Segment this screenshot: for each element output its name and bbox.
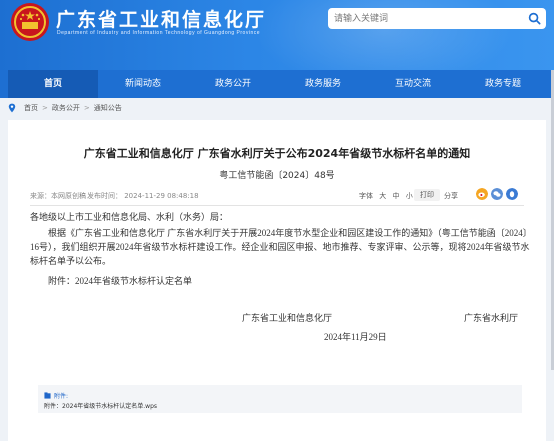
breadcrumb-separator: >	[42, 104, 48, 112]
attachments-heading: 附件:	[44, 391, 68, 400]
article-title: 广东省工业和信息化厅 广东省水利厅关于公布2024年省级节水标杆名单的通知	[83, 147, 471, 160]
breadcrumb-gov-affairs[interactable]: 政务公开	[52, 103, 80, 113]
attachment-file-link[interactable]: 附件：2024年省级节水标杆认定名单.wps	[44, 401, 157, 410]
search-box	[328, 8, 546, 29]
meta-divider	[30, 205, 524, 206]
nav-item-home[interactable]: 首页	[8, 70, 98, 98]
document-number: 粤工信节能函〔2024〕48号	[219, 171, 335, 181]
publish-time: 发布时间： 2024-11-29 08:48:18	[87, 192, 199, 200]
nav-item-interaction[interactable]: 互动交流	[368, 70, 458, 98]
share-icons	[476, 188, 518, 200]
attachments-label: 附件:	[54, 393, 69, 400]
salutation: 各地级以上市工业和信息化局、水利（水务）局：	[30, 212, 229, 222]
site-subtitle: Department of Industry and Information T…	[57, 30, 261, 36]
attachment-file-icon	[44, 392, 51, 399]
nav-item-topics[interactable]: 政务专题	[458, 70, 548, 98]
search-input[interactable]	[334, 10, 514, 27]
attachments-box: 附件: 附件：2024年省级节水标杆认定名单.wps	[38, 385, 522, 413]
qq-share-icon[interactable]	[506, 188, 518, 200]
breadcrumb: 首页 > 政务公开 > 通知公告	[8, 101, 122, 115]
wechat-share-icon[interactable]	[491, 188, 503, 200]
article-body: 根据《广东省工业和信息化厅 广东省水利厅关于开展2024年度节水型企业和园区建设…	[30, 228, 530, 266]
main-nav: 首页 新闻动态 政务公开 政务服务 互动交流 政务专题	[0, 70, 554, 98]
signer-industry-dept: 广东省工业和信息化厅	[242, 313, 333, 323]
share-label: 分享	[444, 192, 458, 200]
font-size-large-button[interactable]: 大	[379, 191, 386, 201]
nav-item-gov-affairs[interactable]: 政务公开	[188, 70, 278, 98]
print-button[interactable]: 打印	[414, 189, 440, 201]
search-icon[interactable]	[527, 11, 542, 26]
nav-item-news[interactable]: 新闻动态	[98, 70, 188, 98]
font-size-small-button[interactable]: 小	[406, 191, 413, 201]
breadcrumb-notices[interactable]: 通知公告	[94, 103, 122, 113]
font-size-medium-button[interactable]: 中	[392, 191, 399, 201]
weibo-share-icon[interactable]	[476, 188, 488, 200]
article-meta: 来源：本网原创稿 发布时间： 2024-11-29 08:48:18 字体 大 …	[30, 188, 524, 203]
breadcrumb-separator: >	[83, 104, 90, 112]
location-pin-icon	[8, 103, 16, 113]
nav-item-gov-services[interactable]: 政务服务	[278, 70, 368, 98]
signer-water-dept: 广东省水利厅	[464, 313, 519, 323]
article-source: 来源：本网原创稿	[30, 192, 86, 200]
article-card: 广东省工业和信息化厅 广东省水利厅关于公布2024年省级节水标杆名单的通知 粤工…	[8, 120, 546, 441]
attachment-line: 附件：2024年省级节水标杆认定名单	[48, 276, 193, 286]
breadcrumb-home[interactable]: 首页	[24, 103, 38, 113]
font-size-label: 字体	[359, 192, 373, 200]
font-size-control: 字体 大 中 小	[359, 191, 413, 201]
national-emblem-icon[interactable]	[10, 2, 50, 42]
site-header: 广东省工业和信息化厅 Department of Industry and In…	[0, 0, 554, 70]
site-title[interactable]: 广东省工业和信息化厅	[56, 5, 266, 32]
sign-date: 2024年11月29日	[324, 332, 387, 342]
